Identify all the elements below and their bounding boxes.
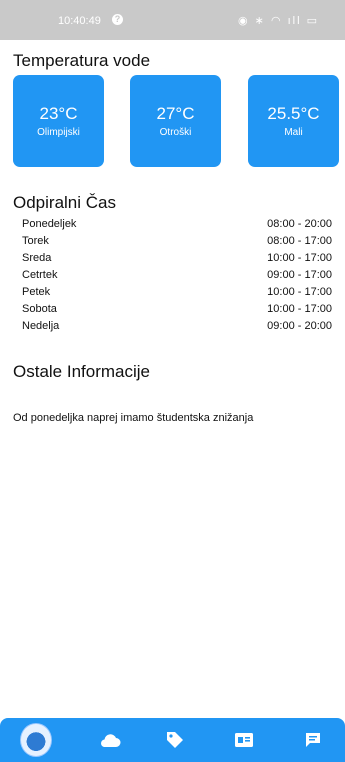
day-label: Torek bbox=[22, 235, 49, 247]
chat-icon bbox=[306, 733, 320, 747]
section-title-temperature: Temperatura vode bbox=[13, 51, 151, 70]
pool-name: Otroški bbox=[159, 127, 192, 138]
tag-icon bbox=[167, 732, 183, 748]
nav-contact-button[interactable] bbox=[231, 727, 257, 753]
pool-name: Mali bbox=[284, 127, 303, 138]
hours-row: Ponedeljek 08:00 - 20:00 bbox=[22, 218, 332, 235]
opening-hours-list: Ponedeljek 08:00 - 20:00 Torek 08:00 - 17:… bbox=[22, 218, 332, 337]
hours-row: Torek 08:00 - 17:00 bbox=[22, 235, 332, 252]
hours-row: Cetrtek 09:00 - 17:00 bbox=[22, 269, 332, 286]
system-status-icons: ◉ ∗ ◠ ıll ▭ bbox=[238, 15, 319, 27]
day-label: Petek bbox=[22, 286, 51, 298]
time-range: 10:00 - 17:00 bbox=[267, 303, 332, 315]
cloud-icon bbox=[101, 734, 121, 747]
time-range: 10:00 - 17:00 bbox=[267, 252, 332, 264]
temp-value: 23°C bbox=[39, 104, 78, 123]
temp-card-kids[interactable]: 27°C Otroški bbox=[130, 75, 221, 167]
nav-chat-button[interactable] bbox=[300, 727, 326, 753]
day-label: Cetrtek bbox=[22, 269, 58, 281]
temp-value: 27°C bbox=[156, 104, 195, 123]
time-range: 08:00 - 20:00 bbox=[267, 218, 332, 230]
temperature-cards: 23°C Olimpijski 27°C Otroški 25.5°C Mali bbox=[13, 75, 339, 167]
info-text: Od ponedeljka naprej imamo študentska zn… bbox=[13, 412, 254, 424]
hours-row: Sreda 10:00 - 17:00 bbox=[22, 252, 332, 269]
alert-icon: ? bbox=[112, 14, 123, 25]
day-label: Ponedeljek bbox=[22, 218, 77, 230]
time-range: 09:00 - 17:00 bbox=[267, 269, 332, 281]
hours-row: Petek 10:00 - 17:00 bbox=[22, 286, 332, 303]
section-title-info: Ostale Informacije bbox=[13, 362, 150, 381]
hours-row: Nedelja 09:00 - 20:00 bbox=[22, 320, 332, 337]
time-range: 09:00 - 20:00 bbox=[267, 320, 332, 332]
bottom-navigation bbox=[0, 718, 345, 762]
temp-value: 25.5°C bbox=[267, 104, 320, 123]
day-label: Sobota bbox=[22, 303, 57, 315]
nav-weather-button[interactable] bbox=[97, 727, 123, 753]
contact-card-icon bbox=[235, 733, 253, 747]
time-range: 10:00 - 17:00 bbox=[267, 286, 332, 298]
pool-name: Olimpijski bbox=[37, 127, 80, 138]
nav-home-button[interactable] bbox=[20, 723, 52, 757]
day-label: Nedelja bbox=[22, 320, 60, 332]
mascot-logo-icon bbox=[20, 723, 52, 757]
time-range: 08:00 - 17:00 bbox=[267, 235, 332, 247]
nav-prices-button[interactable] bbox=[162, 727, 188, 753]
status-time: 10:40:49 bbox=[58, 15, 101, 27]
temp-card-small[interactable]: 25.5°C Mali bbox=[248, 75, 339, 167]
hours-row: Sobota 10:00 - 17:00 bbox=[22, 303, 332, 320]
section-title-hours: Odpiralni Čas bbox=[13, 193, 116, 212]
status-bar: 10:40:49 ? ◉ ∗ ◠ ıll ▭ bbox=[0, 0, 345, 40]
temp-card-olympic[interactable]: 23°C Olimpijski bbox=[13, 75, 104, 167]
day-label: Sreda bbox=[22, 252, 52, 264]
